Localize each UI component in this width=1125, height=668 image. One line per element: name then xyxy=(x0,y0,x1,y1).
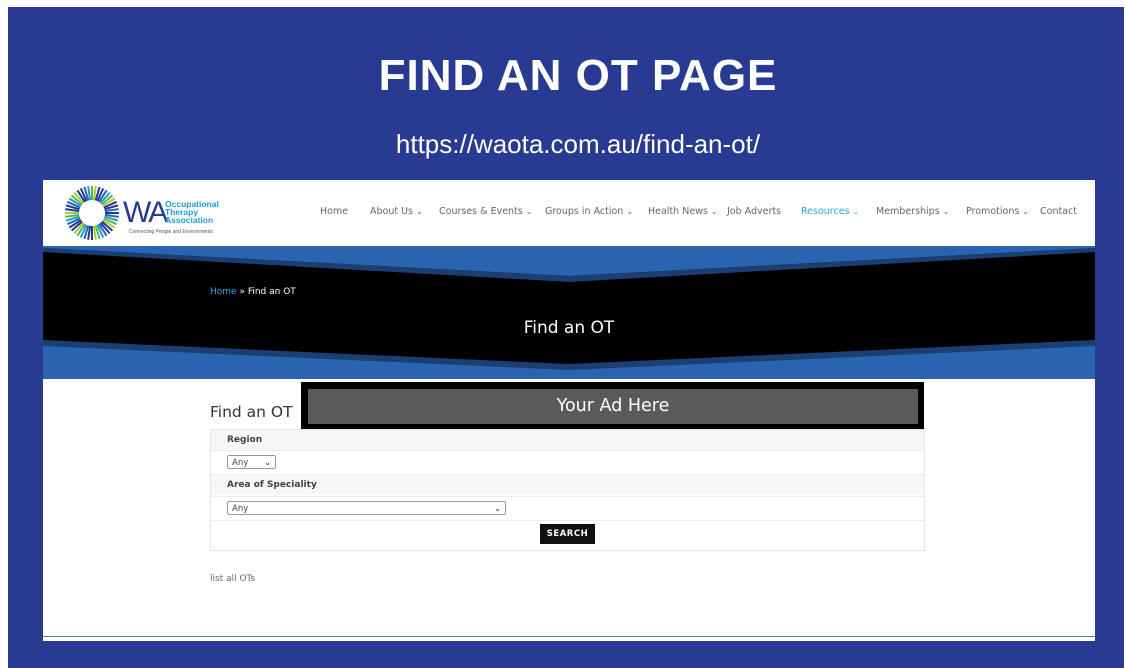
search-button[interactable]: SEARCH xyxy=(540,524,595,544)
logo-wa-text: WA xyxy=(123,196,168,229)
speciality-select[interactable]: Any ⌄ xyxy=(227,501,506,515)
logo-line-3: Association xyxy=(165,215,214,225)
breadcrumb-current: Find an OT xyxy=(247,287,296,297)
region-label: Region xyxy=(211,430,924,450)
website-screenshot: WA Occupational Therapy Association Conn… xyxy=(43,180,1095,641)
page-title: Find an OT xyxy=(523,318,615,338)
logo-association-name: Occupational Therapy Association xyxy=(165,200,219,225)
nav-item-contact[interactable]: Contact xyxy=(1040,206,1080,217)
chevron-down-icon: ⌄ xyxy=(626,207,634,216)
nav-item-about-us[interactable]: About Us ⌄ xyxy=(370,206,423,217)
nav-item-groups-in-action[interactable]: Groups in Action ⌄ xyxy=(545,206,633,217)
ad-banner: Your Ad Here xyxy=(301,382,924,429)
find-ot-form: Region Any ⌄ Area of Speciality Any ⌄ SE… xyxy=(210,429,925,551)
speciality-label: Area of Speciality xyxy=(211,474,924,495)
chevron-down-icon: ⌄ xyxy=(416,207,423,216)
sunburst-logo-icon xyxy=(65,186,119,240)
chevron-down-icon: ⌄ xyxy=(264,458,271,467)
chevron-down-icon: ⌄ xyxy=(710,207,718,216)
speciality-row: Any ⌄ xyxy=(211,496,924,520)
footer-divider xyxy=(43,636,1095,637)
slide-title: FIND AN OT PAGE xyxy=(378,51,778,100)
chevron-down-icon: ⌄ xyxy=(525,207,533,216)
region-row: Any ⌄ xyxy=(211,450,924,474)
chevron-down-icon: ⌄ xyxy=(494,504,501,513)
breadcrumb-home-link[interactable]: Home xyxy=(210,287,237,297)
site-logo[interactable]: WA Occupational Therapy Association Conn… xyxy=(61,184,241,242)
breadcrumb-separator: » xyxy=(236,287,248,297)
nav-item-home[interactable]: Home xyxy=(320,206,351,217)
hero-decoration xyxy=(43,246,1095,379)
content-heading: Find an OT xyxy=(210,403,293,421)
form-divider xyxy=(211,520,924,522)
nav-item-resources[interactable]: Resources ⌄ xyxy=(801,206,859,217)
chevron-down-icon: ⌄ xyxy=(1022,207,1029,216)
logo-tagline: Connecting People and Environments xyxy=(129,229,213,235)
chevron-down-icon: ⌄ xyxy=(942,207,950,216)
breadcrumb: Home » Find an OT xyxy=(210,287,296,297)
site-header: WA Occupational Therapy Association Conn… xyxy=(43,180,1095,246)
ad-placeholder[interactable]: Your Ad Here xyxy=(308,389,918,424)
nav-item-memberships[interactable]: Memberships ⌄ xyxy=(876,206,949,217)
nav-item-health-news[interactable]: Health News ⌄ xyxy=(648,206,718,217)
nav-item-courses-events[interactable]: Courses & Events ⌄ xyxy=(439,206,532,217)
chevron-down-icon: ⌄ xyxy=(852,207,860,216)
slide-url: https://waota.com.au/find-an-ot/ xyxy=(395,129,761,159)
region-select[interactable]: Any ⌄ xyxy=(227,455,276,469)
hero-banner: Home » Find an OT Find an OT xyxy=(43,246,1095,379)
list-all-ots-link[interactable]: list all OTs xyxy=(210,574,255,584)
nav-item-promotions[interactable]: Promotions ⌄ xyxy=(966,206,1029,217)
nav-item-job-adverts[interactable]: Job Adverts xyxy=(727,206,784,217)
